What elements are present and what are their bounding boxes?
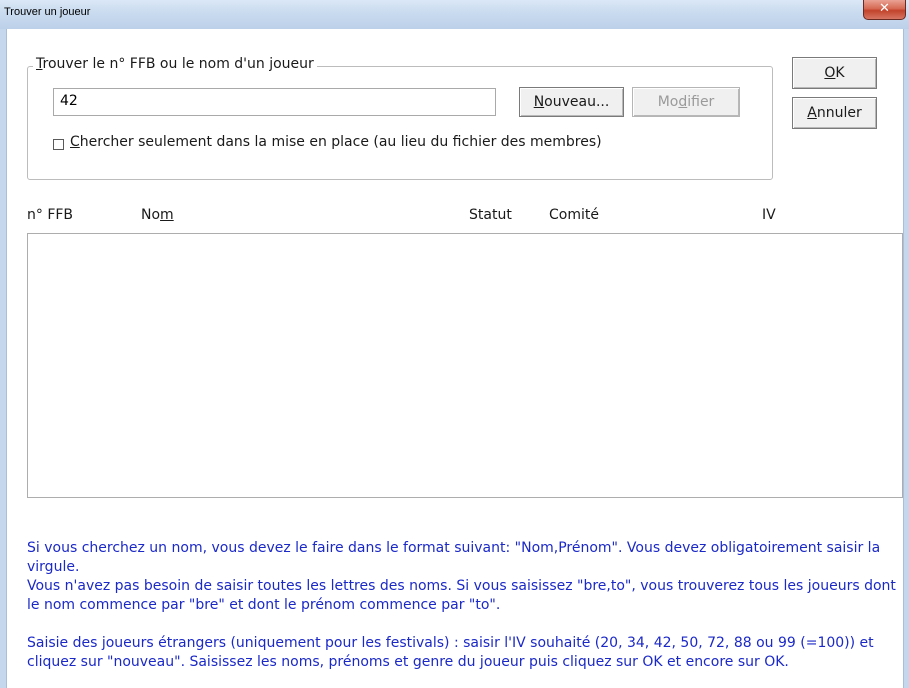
dialog-window: Trouver un joueur ✕ Trouver le n° FFB ou… xyxy=(0,0,909,688)
close-button[interactable]: ✕ xyxy=(863,0,906,20)
search-groupbox xyxy=(27,66,773,180)
close-icon: ✕ xyxy=(879,1,890,16)
annuler-button[interactable]: Annuler xyxy=(792,97,877,129)
title-bar[interactable]: Trouver un joueur ✕ xyxy=(0,0,909,30)
search-group-label: Trouver le n° FFB ou le nom d'un joueur xyxy=(33,56,317,72)
modifier-button[interactable]: Modifier xyxy=(632,87,740,117)
column-header-comite[interactable]: Comité xyxy=(549,207,599,223)
members-only-checkbox[interactable] xyxy=(53,139,64,150)
help-text: Si vous cherchez un nom, vous devez le f… xyxy=(27,539,907,672)
help-paragraph-partial: Vous n'avez pas besoin de saisir toutes … xyxy=(27,578,896,613)
dialog-client-area: Trouver le n° FFB ou le nom d'un joueur … xyxy=(7,29,903,688)
members-only-checkbox-label[interactable]: Chercher seulement dans la mise en place… xyxy=(70,134,602,150)
player-results-list[interactable] xyxy=(27,233,903,498)
window-frame-left xyxy=(0,29,7,688)
column-header-nom[interactable]: Nom xyxy=(141,207,174,223)
search-input[interactable]: 42 xyxy=(53,88,496,116)
column-header-ffb[interactable]: n° FFB xyxy=(27,207,73,223)
column-header-statut[interactable]: Statut xyxy=(469,207,512,223)
help-paragraph-format: Si vous cherchez un nom, vous devez le f… xyxy=(27,540,881,575)
ok-button[interactable]: OK xyxy=(792,57,877,89)
window-title: Trouver un joueur xyxy=(4,6,91,18)
nouveau-button[interactable]: Nouveau... xyxy=(519,87,624,117)
help-paragraph-foreign: Saisie des joueurs étrangers (uniquement… xyxy=(27,635,874,670)
column-header-iv[interactable]: IV xyxy=(762,207,776,223)
